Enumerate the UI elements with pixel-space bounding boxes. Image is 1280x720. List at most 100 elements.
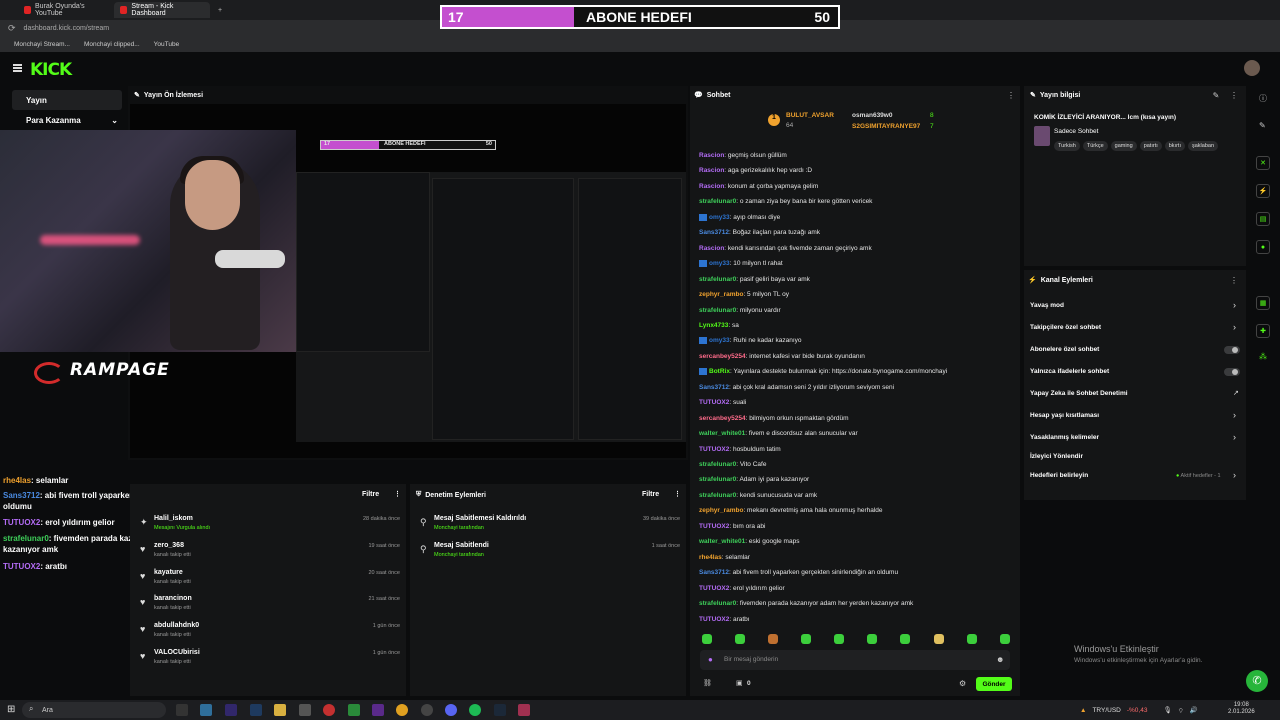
chevron-right-icon[interactable]: › <box>1233 300 1236 310</box>
more-icon[interactable]: ⋮ <box>674 490 681 498</box>
emote-icon[interactable] <box>867 634 877 644</box>
emote-icon[interactable] <box>735 634 745 644</box>
bookmark-item[interactable]: YouTube <box>154 41 180 48</box>
chat-username[interactable]: omy33 <box>709 337 730 344</box>
reload-icon[interactable]: ⟳ <box>8 23 16 34</box>
settings-gear-icon[interactable]: ⚙ <box>959 679 966 688</box>
emote-icon[interactable] <box>801 634 811 644</box>
chat-username[interactable]: Sans3712 <box>699 229 729 236</box>
chat-username[interactable]: sercanbey5254 <box>699 353 746 360</box>
chat-username[interactable]: TUTUOX2 <box>699 523 729 530</box>
chat-username[interactable]: strafelunar0 <box>699 461 736 468</box>
chat-username[interactable]: Rascion <box>699 152 724 159</box>
chat-username[interactable]: TUTUOX2 <box>699 585 729 592</box>
filter-button[interactable]: Filtre <box>362 491 379 498</box>
chat-username[interactable]: Rascion <box>699 245 724 252</box>
chat-username[interactable]: Rascion <box>699 167 724 174</box>
edit-icon[interactable]: ✎ <box>1211 90 1221 100</box>
volume-icon[interactable]: 🔊 <box>1190 706 1198 714</box>
taskbar-clock[interactable]: 19:08 2.01.2026 <box>1228 702 1255 716</box>
document-icon[interactable]: ▤ <box>1256 212 1270 226</box>
avatar[interactable] <box>1244 60 1260 76</box>
chat-username[interactable]: strafelunar0 <box>699 307 736 314</box>
chat-username[interactable]: sercanbey5254 <box>699 415 746 422</box>
more-icon[interactable]: ⋮ <box>1006 90 1016 100</box>
bookmark-item[interactable]: Monchayi clipped... <box>84 41 140 48</box>
chat-username[interactable]: strafelunar0 <box>699 276 736 283</box>
app-icon[interactable] <box>372 704 384 716</box>
chat-username[interactable]: Lynx4733 <box>699 322 728 329</box>
wrench-icon[interactable]: ✚ <box>1256 324 1270 338</box>
whatsapp-icon[interactable]: ✆ <box>1246 670 1268 692</box>
chat-username[interactable]: zephyr_rambo <box>699 507 743 514</box>
action-account-age[interactable]: Hesap yaşı kısıtlaması <box>1030 412 1099 419</box>
subscribers-only-toggle[interactable] <box>1224 346 1240 354</box>
sidebar-item-yayin[interactable]: Yayın <box>12 90 122 110</box>
chevron-right-icon[interactable]: › <box>1233 470 1236 480</box>
emote-icon[interactable] <box>834 634 844 644</box>
chrome-icon[interactable] <box>396 704 408 716</box>
new-tab-plus-icon[interactable]: + <box>212 2 224 18</box>
spotify-icon[interactable] <box>469 704 481 716</box>
more-icon[interactable]: ⋮ <box>1229 275 1239 285</box>
emote-icon[interactable] <box>768 634 778 644</box>
chat-username[interactable]: BotRix <box>709 368 730 375</box>
kick-logo[interactable]: KICK <box>30 60 72 80</box>
wifi-icon[interactable]: ⌔ <box>1178 706 1184 715</box>
premiere-icon[interactable] <box>225 704 237 716</box>
chevron-right-icon[interactable]: › <box>1233 432 1236 442</box>
action-banned-words[interactable]: Yasaklanmış kelimeler <box>1030 434 1099 441</box>
share-icon[interactable]: ⁂ <box>1259 352 1267 361</box>
emote-only-toggle[interactable] <box>1224 368 1240 376</box>
bookmark-item[interactable]: Monchayi Stream... <box>14 41 70 48</box>
filter-button[interactable]: Filtre <box>642 491 659 498</box>
photoshop-icon[interactable] <box>250 704 262 716</box>
chat-username[interactable]: TUTUOX2 <box>699 446 729 453</box>
xbox-icon[interactable] <box>348 704 360 716</box>
chat-input-placeholder[interactable]: Bir mesaj gönderin <box>724 656 778 663</box>
stream-category[interactable]: Sadece Sohbet <box>1054 128 1098 135</box>
chat-username[interactable]: zephyr_rambo <box>699 291 743 298</box>
action-set-goals[interactable]: Hedefleri belirleyin <box>1030 472 1088 479</box>
action-ai-moderation[interactable]: Yapay Zeka ile Sohbet Denetimi <box>1030 390 1128 397</box>
chat-username[interactable]: walter_white01 <box>699 538 745 545</box>
emoji-picker-icon[interactable]: ☻ <box>996 655 1004 664</box>
chat-username[interactable]: strafelunar0 <box>699 492 736 499</box>
obs-icon[interactable] <box>421 704 433 716</box>
bolt-icon[interactable]: ⚡ <box>1256 184 1270 198</box>
mic-tray-icon[interactable]: 🎙 <box>1163 706 1171 714</box>
more-icon[interactable]: ⋮ <box>394 490 401 498</box>
chat-username[interactable]: Sans3712 <box>699 569 729 576</box>
chat-username[interactable]: strafelunar0 <box>699 476 736 483</box>
notepad-icon[interactable] <box>299 704 311 716</box>
emote-icon[interactable] <box>900 634 910 644</box>
microphone-icon[interactable]: ● <box>708 655 713 664</box>
action-host-redirect[interactable]: İzleyici Yönlendir <box>1030 453 1083 460</box>
external-link-icon[interactable]: ↗ <box>1233 389 1239 397</box>
chat-username[interactable]: TUTUOX2 <box>699 399 729 406</box>
calendar-icon[interactable]: ▦ <box>1256 296 1270 310</box>
chat-username[interactable]: Rascion <box>699 183 724 190</box>
chevron-right-icon[interactable]: › <box>1233 410 1236 420</box>
task-view-icon[interactable] <box>176 704 188 716</box>
chat-username[interactable]: strafelunar0 <box>699 600 736 607</box>
chevron-right-icon[interactable]: › <box>1233 322 1236 332</box>
discord-icon[interactable] <box>445 704 457 716</box>
opera-icon[interactable] <box>323 704 335 716</box>
sidebar-item-para-kazanma[interactable]: Para Kazanma ⌄ <box>12 110 122 130</box>
app-icon[interactable] <box>518 704 530 716</box>
emote-icon[interactable] <box>934 634 944 644</box>
rail-tool-icon[interactable]: ✕ <box>1256 156 1270 170</box>
emote-icon[interactable] <box>967 634 977 644</box>
browser-tab-youtube[interactable]: Burak Oyunda's YouTube <box>18 2 110 18</box>
chat-username[interactable]: omy33 <box>709 260 730 267</box>
send-button[interactable]: Gönder <box>976 677 1012 691</box>
url-text[interactable]: dashboard.kick.com/stream <box>24 25 110 32</box>
browser-tab-kick-dashboard[interactable]: Stream - Kick Dashboard <box>114 2 210 18</box>
link-icon[interactable]: ⛓ <box>703 679 712 687</box>
action-slow-mode[interactable]: Yavaş mod <box>1030 302 1064 309</box>
steam-icon[interactable] <box>494 704 506 716</box>
explorer-icon[interactable] <box>274 704 286 716</box>
chat-username[interactable]: strafelunar0 <box>699 198 736 205</box>
chat-username[interactable]: rhe4las <box>699 554 722 561</box>
